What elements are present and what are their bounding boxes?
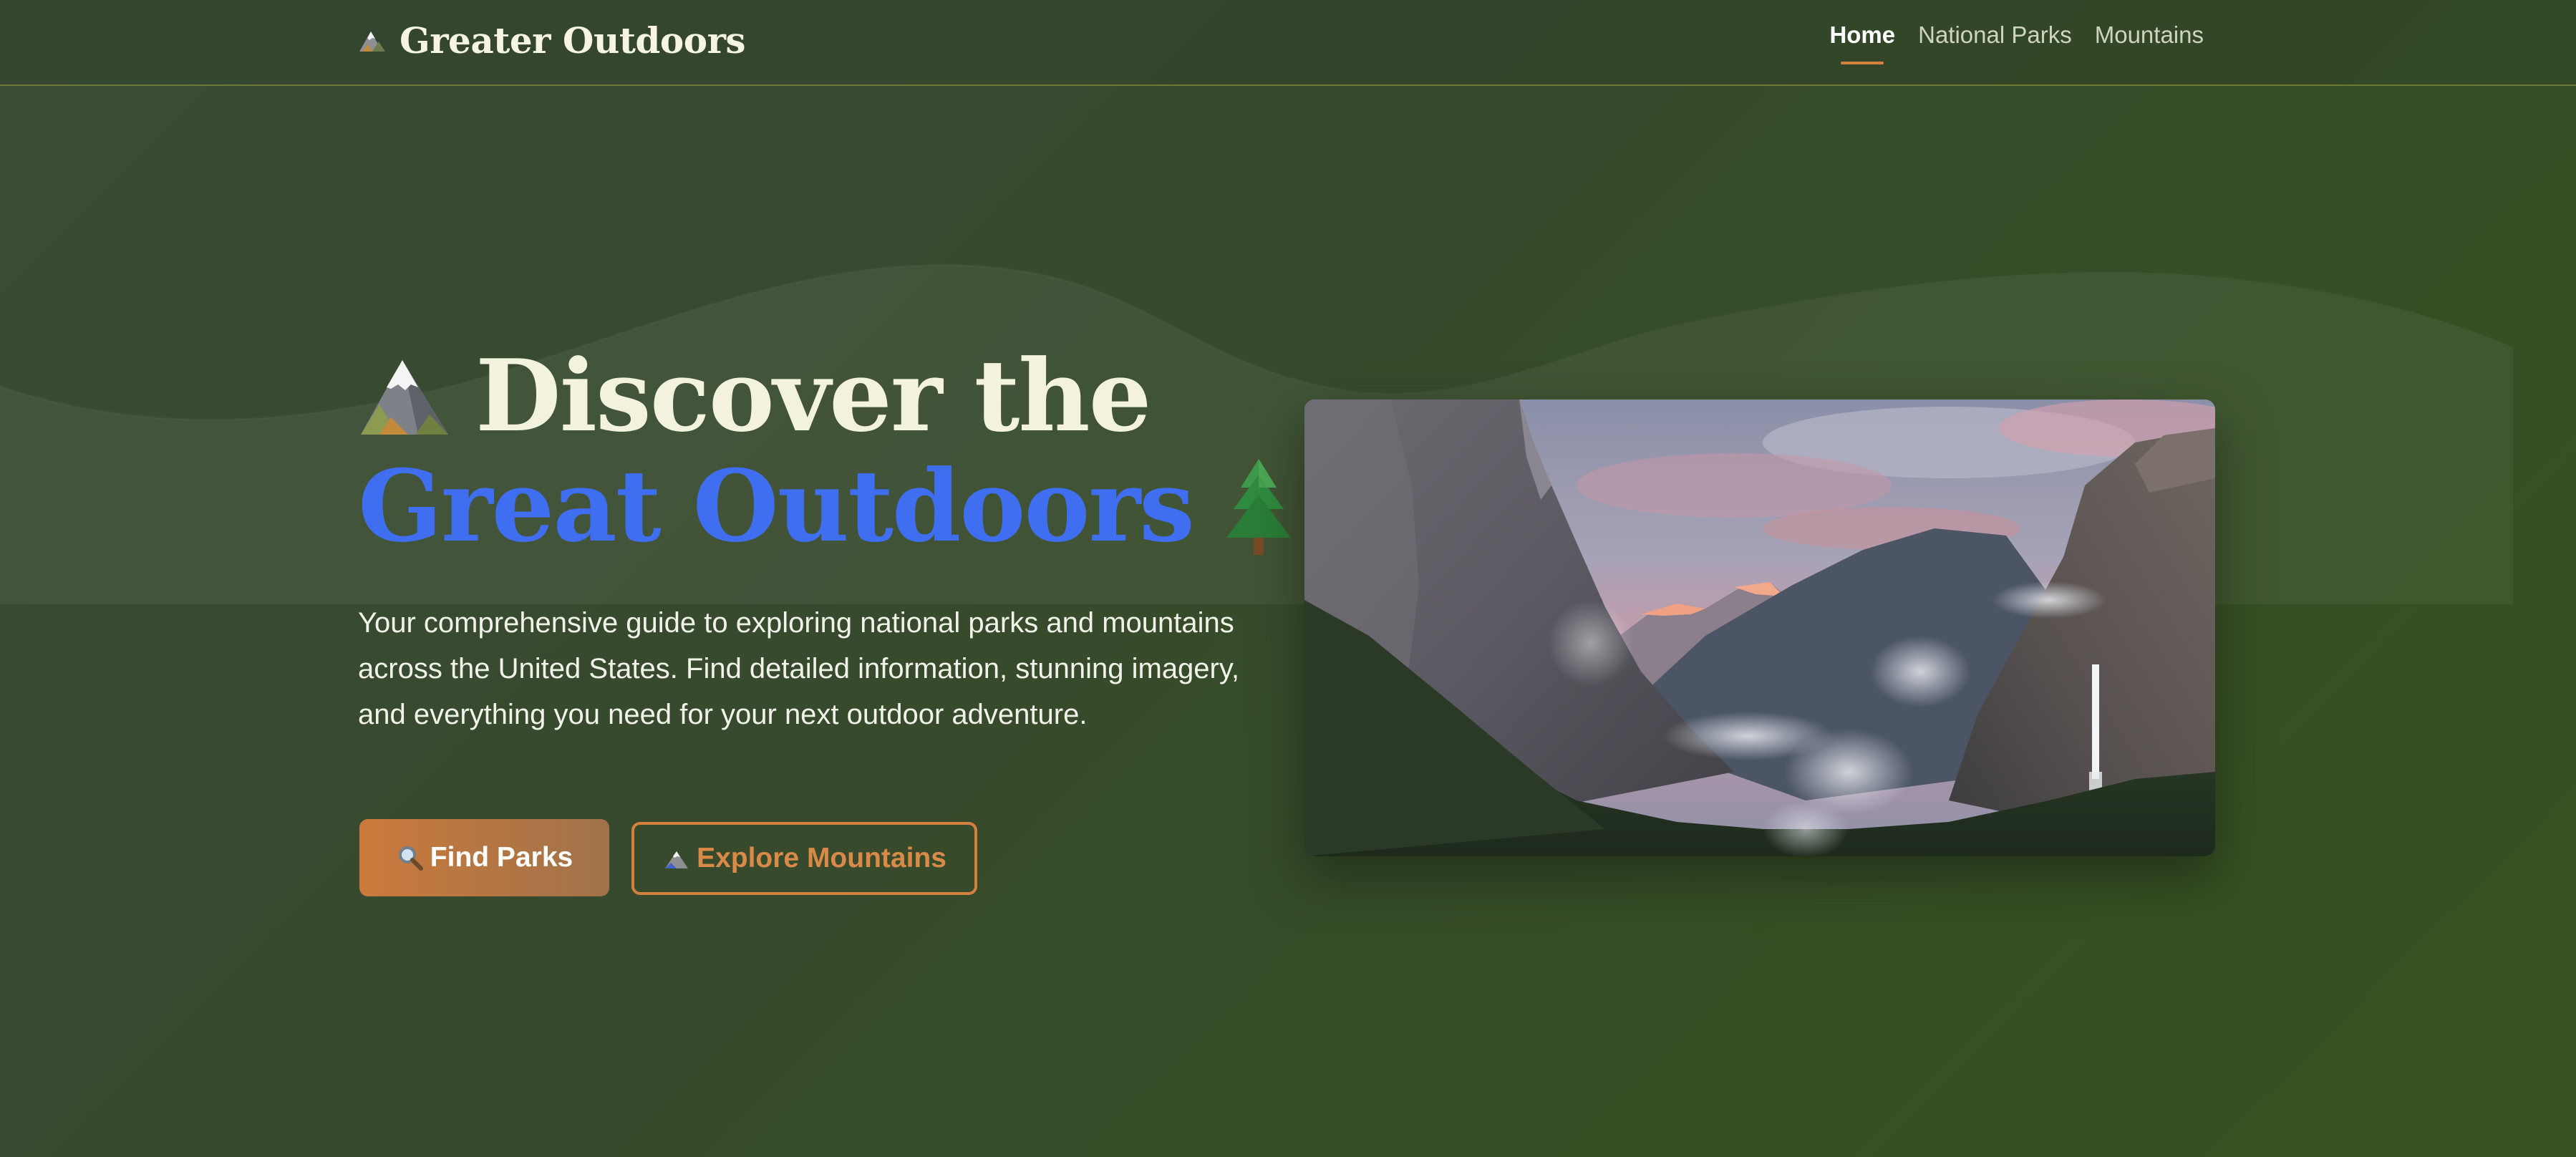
snow-capped-mountain-icon (361, 360, 448, 435)
mountain-valley-landscape (1304, 400, 2215, 856)
find-parks-button[interactable]: Find Parks (359, 819, 609, 896)
explore-mountains-button[interactable]: Explore Mountains (631, 822, 977, 895)
hero-title: Discover the Great Outdoors (358, 341, 1298, 561)
hero-title-line1-text: Discover the (475, 337, 1151, 454)
nav-link-mountains[interactable]: Mountains (2095, 21, 2204, 59)
hero-title-highlight: Great Outdoors (358, 447, 1195, 564)
explore-mountains-label: Explore Mountains (697, 843, 946, 873)
active-nav-indicator (1841, 62, 1884, 64)
hero-description: Your comprehensive guide to exploring na… (358, 607, 1240, 730)
main-nav: Home National Parks Mountains (1829, 21, 2204, 64)
nav-link-national-parks[interactable]: National Parks (1918, 21, 2072, 59)
find-parks-label: Find Parks (430, 842, 573, 873)
nav-link-national-parks-label: National Parks (1918, 21, 2072, 48)
nav-link-home-label: Home (1829, 21, 1896, 48)
mountain-icon (665, 851, 689, 868)
mountain-icon (359, 32, 385, 52)
nav-link-mountains-label: Mountains (2094, 21, 2204, 48)
hero-title-line2: Great Outdoors (358, 451, 1298, 561)
nav-link-home[interactable]: Home (1829, 21, 1896, 64)
brand-logo[interactable]: Greater Outdoors (358, 14, 746, 66)
evergreen-tree-icon (1226, 459, 1291, 555)
top-navbar: Greater Outdoors Home National Parks Mou… (0, 0, 2576, 86)
magnifying-glass-icon (398, 846, 423, 871)
brand-name: Greater Outdoors (400, 19, 746, 62)
hero-landscape-image (1304, 400, 2215, 856)
hero-title-line1: Discover the (358, 341, 1298, 451)
